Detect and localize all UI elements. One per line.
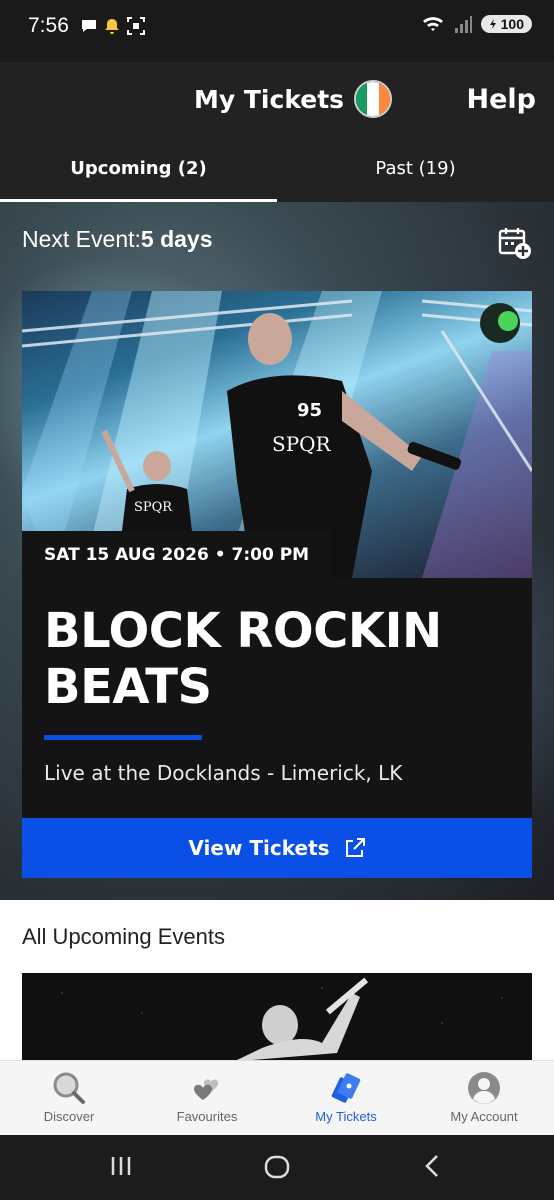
next-event-value: 5 days	[140, 226, 213, 252]
event-title: BLOCK ROCKIN BEATS	[44, 603, 442, 715]
event-venue: Live at the Docklands - Limerick, LK	[44, 761, 403, 785]
recent-apps-icon[interactable]	[108, 1153, 134, 1179]
shirt-logo: SPQR	[272, 432, 332, 456]
next-event-countdown: Next Event:5 days	[22, 226, 213, 253]
tab-upcoming[interactable]: Upcoming (2)	[0, 158, 277, 179]
home-icon[interactable]	[263, 1153, 291, 1181]
add-to-calendar-icon[interactable]	[498, 226, 532, 260]
nav-favourites-label: Favourites	[176, 1109, 238, 1124]
all-upcoming-section: All Upcoming Events	[0, 900, 554, 1060]
upcoming-event-photo	[22, 973, 532, 1060]
back-icon[interactable]	[420, 1153, 446, 1179]
status-icons-right: 100	[421, 14, 532, 34]
account-icon	[468, 1072, 500, 1104]
nav-discover[interactable]: Discover	[0, 1071, 138, 1124]
signal-icon	[454, 16, 472, 33]
upcoming-event-thumbnail[interactable]	[22, 973, 532, 1060]
event-date: SAT 15 AUG 2026 • 7:00 PM	[22, 531, 332, 579]
help-button[interactable]: Help	[467, 84, 537, 115]
battery-icon: 100	[480, 15, 532, 33]
next-event-prefix: Next Event:	[22, 226, 141, 252]
page-title: My Tickets	[194, 84, 345, 114]
screenshot-icon	[127, 17, 145, 35]
status-time: 7:56	[28, 14, 69, 37]
tab-past[interactable]: Past (19)	[277, 158, 554, 179]
nav-favourites[interactable]: Favourites	[138, 1071, 276, 1124]
nav-my-tickets[interactable]: My Tickets	[277, 1071, 415, 1124]
tabs: Upcoming (2) Past (19)	[0, 150, 554, 202]
search-icon	[53, 1072, 85, 1104]
status-icons-left	[80, 16, 146, 36]
view-tickets-button[interactable]: View Tickets	[22, 818, 532, 878]
nav-my-account-label: My Account	[450, 1109, 518, 1124]
notification-bell-icon	[105, 19, 119, 34]
ireland-flag-icon[interactable]	[354, 80, 393, 118]
chat-bubble-icon	[82, 20, 96, 32]
nav-my-account[interactable]: My Account	[415, 1071, 553, 1124]
view-tickets-label: View Tickets	[188, 836, 330, 860]
battery-level: 100	[500, 16, 524, 32]
all-upcoming-heading: All Upcoming Events	[22, 924, 225, 949]
bottom-navigation: Discover Favourites My Tickets My Accoun…	[0, 1060, 554, 1135]
external-link-icon	[345, 838, 365, 857]
event-card[interactable]: 95 SPQR SPQR SAT 15 AUG 2026 • 7:00 PM B…	[22, 291, 532, 878]
next-event-hero: Next Event:5 days 95 SPQR SPQR SAT 15 AU…	[0, 202, 554, 900]
title-underline	[44, 735, 202, 740]
shirt-logo-secondary: SPQR	[134, 500, 173, 515]
header-title-wrap: My Tickets	[194, 80, 393, 118]
status-bar: 7:56 100	[0, 0, 554, 62]
system-navigation-bar	[0, 1135, 554, 1200]
nav-my-tickets-label: My Tickets	[315, 1109, 377, 1124]
shirt-number: 95	[297, 400, 322, 421]
tickets-icon	[331, 1073, 361, 1103]
nav-discover-label: Discover	[43, 1109, 95, 1124]
wifi-icon	[422, 17, 443, 31]
hearts-icon	[194, 1079, 219, 1100]
app-header: My Tickets Help Upcoming (2) Past (19)	[0, 62, 554, 202]
